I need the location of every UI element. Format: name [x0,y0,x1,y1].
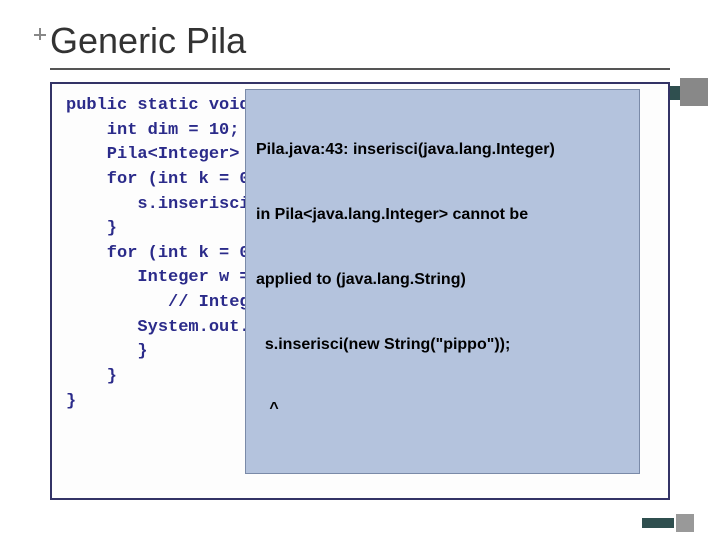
error-line: ^ [256,398,629,420]
code-block: public static void main(String args[]) {… [50,82,670,500]
code-line: } [66,392,76,411]
title-area: Generic Pila [50,20,670,70]
slide: Generic Pila public static void main(Str… [0,0,720,540]
slide-title: Generic Pila [50,20,670,68]
error-line: applied to (java.lang.String) [256,269,629,291]
title-underline [50,68,670,70]
code-line: } [66,367,117,386]
corner-decor-icon [642,510,702,528]
code-line: int dim = 10; [66,121,239,140]
error-line: in Pila<java.lang.Integer> cannot be [256,204,629,226]
error-line: Pila.java:43: inserisci(java.lang.Intege… [256,139,629,161]
title-marker-icon [32,28,48,44]
code-line: } [66,219,117,238]
error-line: s.inserisci(new String("pippo")); [256,334,629,356]
compiler-error-callout: Pila.java:43: inserisci(java.lang.Intege… [245,89,640,474]
code-line: } [66,342,148,361]
